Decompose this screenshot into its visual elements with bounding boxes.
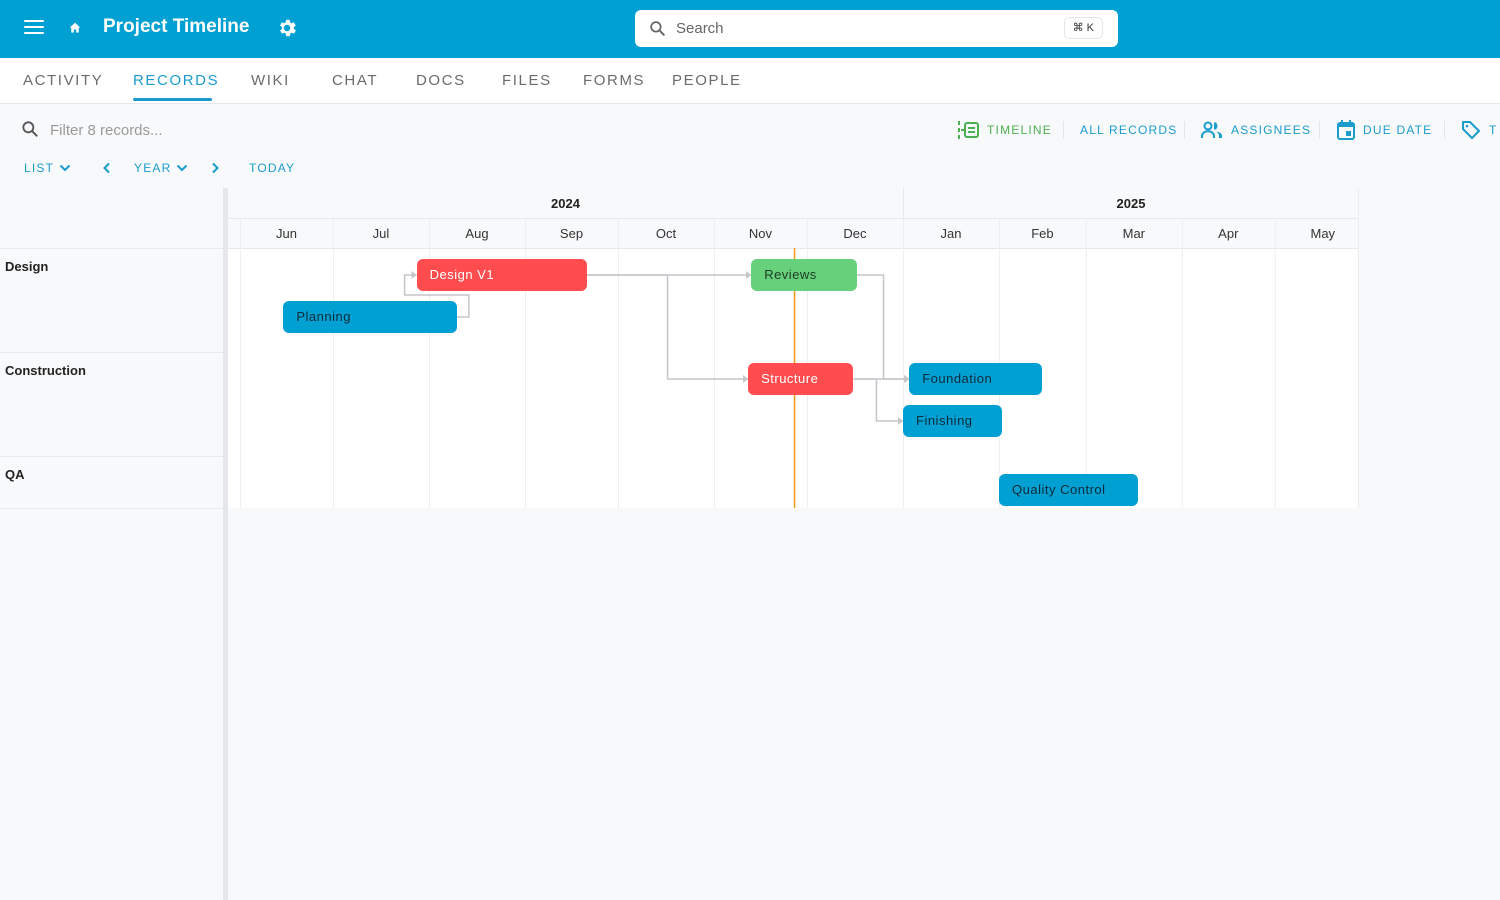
tab-files[interactable]: FILES <box>502 72 552 89</box>
calendar-icon <box>1337 120 1355 140</box>
task-bar-structure[interactable]: Structure <box>748 363 854 395</box>
tab-bar: ACTIVITY RECORDS WIKI CHAT DOCS FILES FO… <box>0 58 1500 104</box>
view-due-date-button[interactable]: DUE DATE <box>1337 118 1432 142</box>
view-all-records-label: ALL RECORDS <box>1080 123 1178 137</box>
hamburger-icon[interactable] <box>24 20 44 36</box>
keyboard-shortcut-badge: ⌘ K <box>1063 17 1103 39</box>
month-label: Aug <box>465 226 488 241</box>
separator <box>1444 121 1445 139</box>
year-label: 2024 <box>551 196 581 211</box>
list-label: LIST <box>24 161 55 175</box>
tab-docs[interactable]: DOCS <box>416 72 466 89</box>
timeline-icon <box>958 121 979 139</box>
month-label: Apr <box>1218 226 1239 241</box>
previous-period-button[interactable] <box>102 158 111 178</box>
separator <box>1063 121 1064 139</box>
task-bar-reviews[interactable]: Reviews <box>751 259 857 291</box>
timeline-chart: 2024 2025 May Jun Jul Aug Sep Oct Nov Dec Jan Feb Ma… <box>228 188 1359 508</box>
month-label: Sep <box>560 226 583 241</box>
view-all-records-button[interactable]: ALL RECORDS <box>1080 118 1177 142</box>
task-bar-quality-control[interactable]: Quality Control <box>999 474 1139 506</box>
view-switcher: TIMELINE ALL RECORDS ASSIGNEES DUE DATE … <box>0 118 1500 142</box>
view-tags-button[interactable]: T <box>1461 118 1498 142</box>
row-divider <box>0 352 223 353</box>
month-label: May <box>1311 226 1336 241</box>
list-dropdown[interactable]: LIST <box>24 158 71 178</box>
tab-activity[interactable]: ACTIVITY <box>23 72 103 89</box>
task-label: Design V1 <box>429 267 495 282</box>
task-bar-foundation[interactable]: Foundation <box>909 363 1043 395</box>
month-label: Nov <box>749 226 773 241</box>
global-search[interactable]: ⌘ K <box>635 10 1118 47</box>
tab-wiki[interactable]: WIKI <box>251 72 290 89</box>
month-label: Dec <box>843 226 867 241</box>
group-label-construction[interactable]: Construction <box>5 363 86 378</box>
month-label: Mar <box>1123 226 1146 241</box>
separator <box>1319 121 1320 139</box>
task-label: Quality Control <box>1012 482 1106 497</box>
task-label: Foundation <box>922 371 993 386</box>
month-label: Oct <box>656 226 677 241</box>
timeline-nav: LIST YEAR TODAY <box>0 158 400 178</box>
scale-label: YEAR <box>134 161 172 175</box>
month-label: Jul <box>373 226 390 241</box>
home-icon[interactable] <box>66 19 84 37</box>
view-timeline-button[interactable]: TIMELINE <box>957 118 1052 142</box>
row-divider <box>0 456 223 457</box>
tab-people[interactable]: PEOPLE <box>672 72 742 89</box>
timeline-grid: 2024 2025 May Jun Jul Aug Sep Oct Nov Dec Jan Feb Ma… <box>228 188 1359 508</box>
chevron-right-icon <box>212 162 219 174</box>
month-label: Feb <box>1031 226 1053 241</box>
task-label: Planning <box>296 309 351 324</box>
task-label: Reviews <box>764 267 817 282</box>
gear-icon[interactable] <box>276 17 298 39</box>
row-divider <box>0 248 223 249</box>
task-bar-finishing[interactable]: Finishing <box>903 405 1003 437</box>
tab-forms[interactable]: FORMS <box>583 72 645 89</box>
scale-dropdown[interactable]: YEAR <box>134 158 188 178</box>
task-label: Finishing <box>916 413 973 428</box>
next-period-button[interactable] <box>211 158 220 178</box>
today-button[interactable]: TODAY <box>249 158 295 178</box>
chevron-left-icon <box>103 162 110 174</box>
chevron-down-icon <box>177 164 188 172</box>
group-label-design[interactable]: Design <box>5 259 48 274</box>
row-divider <box>0 508 223 509</box>
today-label: TODAY <box>249 161 296 175</box>
task-bar-planning[interactable]: Planning <box>283 301 457 333</box>
task-label: Structure <box>761 371 819 386</box>
group-label-qa[interactable]: QA <box>5 467 25 482</box>
month-label: Jun <box>276 226 297 241</box>
search-input[interactable] <box>676 16 1056 41</box>
tag-icon <box>1462 121 1480 139</box>
view-assignees-label: ASSIGNEES <box>1231 123 1312 137</box>
tab-records[interactable]: RECORDS <box>133 72 219 89</box>
view-due-date-label: DUE DATE <box>1363 123 1433 137</box>
view-assignees-button[interactable]: ASSIGNEES <box>1201 118 1311 142</box>
task-bar-design-v1[interactable]: Design V1 <box>416 259 587 291</box>
people-icon <box>1201 121 1223 138</box>
top-app-bar: Project Timeline ⌘ K <box>0 0 1500 58</box>
page-title: Project Timeline <box>103 16 250 37</box>
month-label: Jan <box>941 226 962 241</box>
active-tab-indicator <box>133 98 212 101</box>
search-icon <box>650 21 665 36</box>
view-tags-label: T <box>1489 123 1498 137</box>
separator <box>1184 121 1185 139</box>
tab-chat[interactable]: CHAT <box>332 72 378 89</box>
year-label: 2025 <box>1117 196 1146 211</box>
group-list: Design Construction QA <box>0 188 223 900</box>
chevron-down-icon <box>59 164 71 172</box>
view-timeline-label: TIMELINE <box>987 123 1052 137</box>
